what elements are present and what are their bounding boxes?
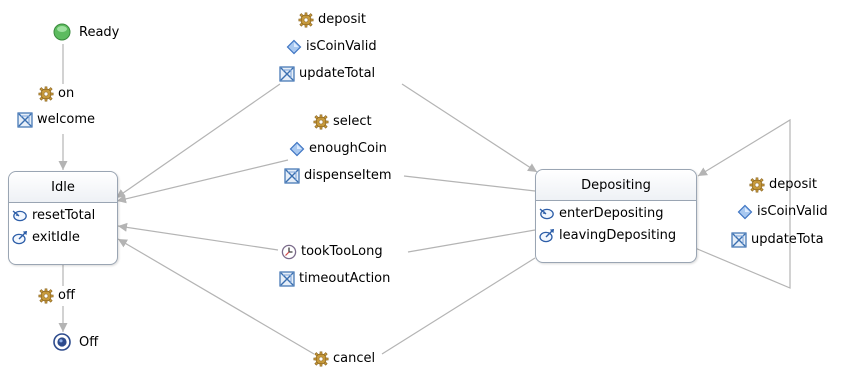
final-state-label: Off (79, 334, 99, 350)
edge-deposit-top-out (401, 83, 538, 173)
trigger-label: tookTooLong (301, 244, 383, 259)
transition-deposit-guard[interactable]: isCoinValid (286, 37, 377, 57)
entry-icon (12, 207, 28, 223)
transition-select-trigger[interactable]: select (313, 112, 372, 132)
trigger-label: on (58, 86, 75, 101)
gear-icon (749, 177, 765, 193)
state-depositing[interactable]: Depositing enterDepositing leavingDeposi… (535, 169, 697, 263)
entry-action-label: enterDepositing (559, 205, 664, 221)
edge-cancel-in (381, 257, 536, 355)
diamond-icon (737, 204, 753, 220)
action-icon (284, 168, 300, 184)
transition-edges (58, 44, 791, 355)
transition-off-trigger[interactable]: off (38, 286, 75, 306)
state-machine-diagram: Ready on welcome Idle resetTotal exitIdl… (0, 0, 843, 369)
edge-deposit-top-in (115, 83, 281, 199)
trigger-label: deposit (769, 177, 817, 192)
transition-on-trigger[interactable]: on (38, 84, 74, 104)
transition-deposit-trigger[interactable]: deposit (298, 10, 366, 30)
edge-timeout-out (117, 222, 279, 251)
effect-label: updateTotal (299, 66, 376, 81)
gear-icon (298, 12, 314, 28)
transition-select-guard[interactable]: enoughCoin (289, 139, 387, 159)
edge-select-out (116, 159, 289, 204)
state-idle-exit[interactable]: exitIdle (9, 227, 117, 247)
diamond-icon (286, 39, 302, 55)
initial-state[interactable]: Ready (53, 23, 119, 41)
transition-on-effect[interactable]: welcome (17, 110, 95, 130)
gear-icon (38, 288, 54, 304)
state-depositing-name: Depositing (536, 170, 696, 201)
state-idle-name: Idle (9, 172, 117, 203)
initial-state-icon (53, 23, 71, 41)
effect-label: updateTota (751, 232, 824, 247)
final-state[interactable]: Off (53, 333, 98, 351)
state-idle-entry[interactable]: resetTotal (9, 205, 117, 225)
transition-self-deposit-effect[interactable]: updateTota (731, 230, 824, 250)
entry-action-label: resetTotal (32, 207, 96, 223)
gear-icon (313, 114, 329, 130)
clock-icon (281, 244, 297, 260)
guard-label: isCoinValid (757, 204, 828, 219)
transition-timeout-trigger[interactable]: tookTooLong (281, 242, 383, 262)
guard-label: enoughCoin (309, 141, 387, 156)
gear-icon (313, 351, 329, 367)
guard-label: isCoinValid (306, 39, 377, 54)
trigger-label: deposit (318, 12, 366, 27)
transition-select-effect[interactable]: dispenseItem (284, 166, 392, 186)
trigger-label: select (333, 114, 372, 129)
action-icon (279, 66, 295, 82)
effect-label: dispenseItem (304, 168, 392, 183)
gear-icon (38, 86, 54, 102)
final-state-icon (53, 333, 71, 351)
transition-self-deposit-guard[interactable]: isCoinValid (737, 202, 828, 222)
transition-self-deposit-trigger[interactable]: deposit (749, 175, 817, 195)
exit-action-label: exitIdle (32, 229, 80, 245)
effect-label: timeoutAction (299, 271, 391, 286)
state-idle[interactable]: Idle resetTotal exitIdle (8, 171, 118, 265)
action-icon (279, 271, 295, 287)
transition-timeout-effect[interactable]: timeoutAction (279, 269, 390, 289)
action-icon (731, 232, 747, 248)
edge-select-in (403, 175, 536, 192)
trigger-label: cancel (333, 351, 376, 366)
exit-icon (539, 227, 555, 243)
transition-cancel-trigger[interactable]: cancel (313, 349, 375, 369)
initial-state-label: Ready (79, 24, 120, 40)
effect-label: welcome (37, 112, 96, 127)
state-depositing-entry[interactable]: enterDepositing (536, 203, 696, 223)
entry-icon (539, 205, 555, 221)
exit-icon (12, 229, 28, 245)
trigger-label: off (58, 288, 75, 303)
transition-deposit-effect[interactable]: updateTotal (279, 64, 375, 84)
state-depositing-exit[interactable]: leavingDepositing (536, 225, 696, 245)
edge-timeout-in (407, 229, 536, 253)
action-icon (17, 112, 33, 128)
diamond-icon (289, 141, 305, 157)
exit-action-label: leavingDepositing (559, 227, 677, 243)
